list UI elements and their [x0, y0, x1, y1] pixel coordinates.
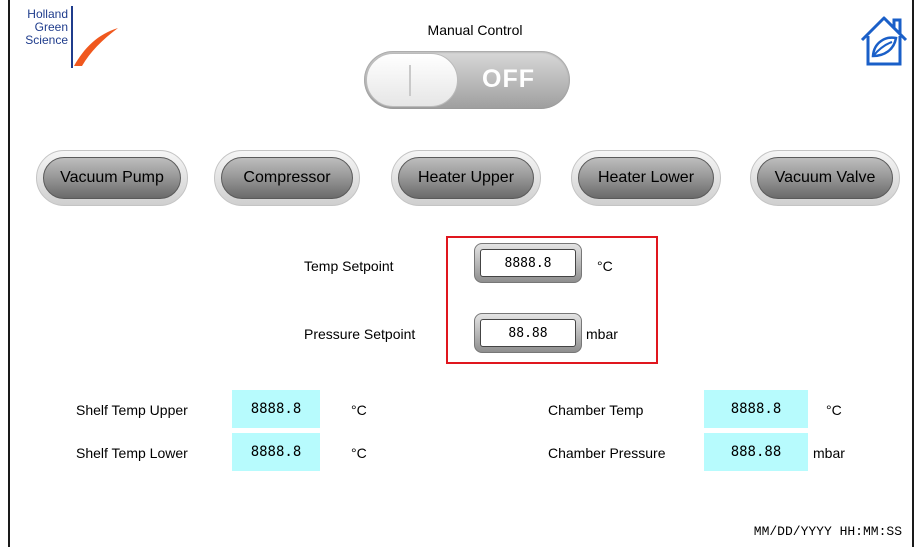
chamber-pressure-label: Chamber Pressure [548, 445, 666, 461]
page-title: Manual Control [427, 22, 523, 38]
chamber-pressure-value: 888.88 [704, 433, 808, 471]
chamber-temp-value: 8888.8 [704, 390, 808, 428]
pressure-setpoint-unit: mbar [586, 326, 618, 342]
logo-line-3: Science [25, 33, 68, 47]
pressure-setpoint-label: Pressure Setpoint [304, 326, 416, 342]
compressor-button[interactable]: Compressor [214, 150, 360, 206]
home-button[interactable] [858, 14, 910, 68]
pressure-setpoint-field-frame [474, 313, 582, 353]
temp-setpoint-field-frame [474, 243, 582, 283]
heater-lower-button[interactable]: Heater Lower [571, 150, 721, 206]
datetime-display: MM/DD/YYYY HH:MM:SS [753, 524, 902, 539]
logo-text: Holland Green Science [18, 8, 68, 47]
chamber-pressure-unit: mbar [813, 445, 845, 461]
shelf-temp-lower-label: Shelf Temp Lower [76, 445, 188, 461]
shelf-temp-lower-value: 8888.8 [232, 433, 320, 471]
vacuum-valve-button[interactable]: Vacuum Valve [750, 150, 900, 206]
toggle-knob[interactable] [366, 53, 458, 107]
pressure-setpoint-input[interactable] [480, 319, 576, 347]
vacuum-pump-button[interactable]: Vacuum Pump [36, 150, 188, 206]
temp-setpoint-input[interactable] [480, 249, 576, 277]
heater-lower-label: Heater Lower [578, 157, 714, 199]
temp-setpoint-unit: °C [597, 258, 613, 274]
home-leaf-icon [860, 16, 908, 66]
vacuum-valve-label: Vacuum Valve [757, 157, 893, 199]
vacuum-pump-label: Vacuum Pump [43, 157, 181, 199]
shelf-temp-upper-unit: °C [351, 402, 367, 418]
chamber-temp-unit: °C [826, 402, 842, 418]
company-logo: Holland Green Science [16, 6, 126, 70]
manual-control-toggle[interactable]: OFF [364, 51, 570, 109]
temp-setpoint-label: Temp Setpoint [304, 258, 394, 274]
compressor-label: Compressor [221, 157, 353, 199]
heater-upper-button[interactable]: Heater Upper [391, 150, 541, 206]
chamber-temp-label: Chamber Temp [548, 402, 644, 418]
toggle-state-label: OFF [482, 65, 535, 93]
shelf-temp-upper-value: 8888.8 [232, 390, 320, 428]
shelf-temp-lower-unit: °C [351, 445, 367, 461]
heater-upper-label: Heater Upper [398, 157, 534, 199]
logo-swoosh-icon [74, 28, 118, 66]
shelf-temp-upper-label: Shelf Temp Upper [76, 402, 188, 418]
